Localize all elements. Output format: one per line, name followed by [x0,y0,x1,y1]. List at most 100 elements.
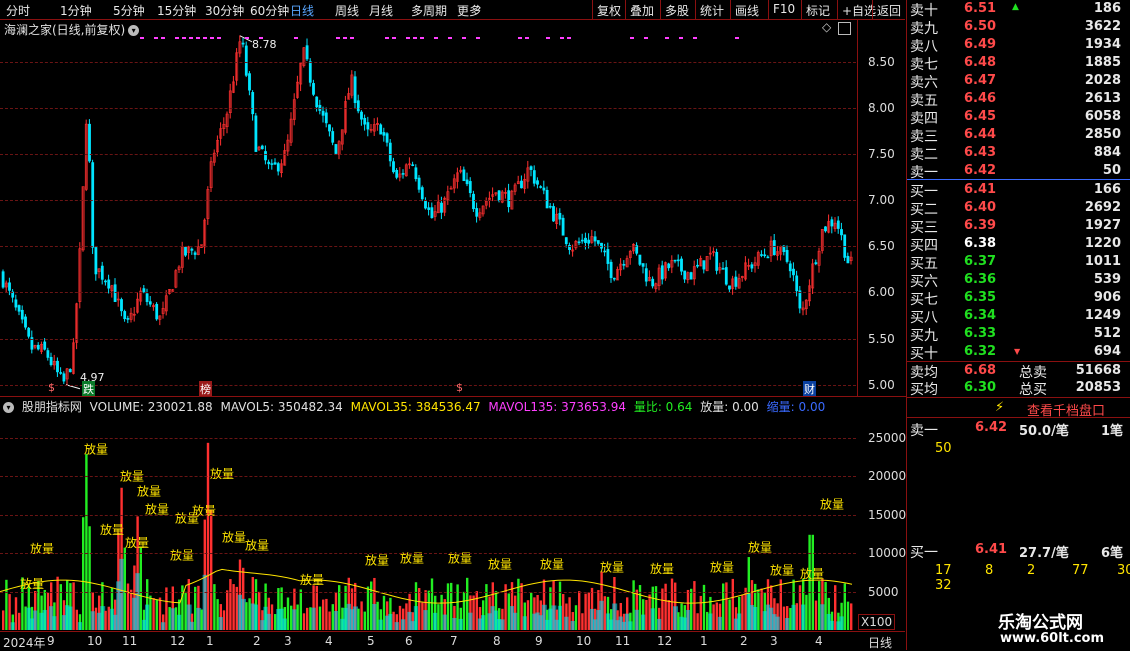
bid-row[interactable]: 买六 6.36 539 [907,271,1130,290]
ask-volume: 2613 [1084,91,1121,106]
toolbar-divider [660,0,661,19]
bid-row[interactable]: 买一 6.41 166 [907,181,1130,200]
period-tab-2[interactable]: 5分钟 [113,2,145,19]
signal-dot [217,37,221,39]
signal-dot [350,37,354,39]
candle-body [17,305,21,312]
toolbar-btn-2[interactable]: 多股 [665,2,689,19]
candle-body [315,96,319,108]
bid-price: 6.40 [964,200,997,215]
volume-bar [376,601,379,630]
period-tab-6[interactable]: 日线 [290,2,314,19]
fangliang-label: 放量 [300,572,324,587]
avg-sell-row: 卖均 6.68 总卖 51668 [907,362,1130,381]
volume-bar [530,592,533,630]
buy1-per: 27.7/笔 [1019,546,1069,561]
ask-row[interactable]: 卖六 6.47 2028 [907,72,1130,91]
candle-body [795,275,799,292]
event-marker[interactable]: $ [455,381,464,394]
volume-bar [258,591,261,630]
bid-row[interactable]: 买九 6.33 512 [907,325,1130,344]
bid-row[interactable]: 买二 6.40 2692 [907,199,1130,218]
ask-row[interactable]: 卖四 6.45 6058 [907,108,1130,127]
avg-sell: 6.68 [964,363,997,378]
ask-row[interactable]: 卖八 6.49 1934 [907,36,1130,55]
period-tab-8[interactable]: 月线 [369,2,393,19]
bid-price: 6.33 [964,326,997,341]
ask-price: 6.43 [964,145,997,160]
grid-line [0,514,856,516]
toolbar-btn-0[interactable]: 复权 [597,2,621,19]
candle-body [724,267,728,285]
date-label: 2 [253,634,261,648]
bid-row[interactable]: 买三 6.39 1927 [907,217,1130,236]
period-label[interactable]: 日线 [868,634,892,651]
ask-row[interactable]: 卖五 6.46 2613 [907,90,1130,109]
period-tab-3[interactable]: 15分钟 [157,2,196,19]
bid-label: 买一 [910,184,938,200]
toolbar-btn-8[interactable]: 返回 [877,2,901,19]
period-tab-4[interactable]: 30分钟 [205,2,244,19]
sell1-queue-header: 卖一 6.42 50.0/笔 1笔 [907,420,1130,439]
ask-price: 6.44 [964,127,997,142]
volume-bar [846,601,850,630]
candle-body [363,117,367,125]
event-marker[interactable]: 跌 [82,381,95,397]
candle-body [584,237,587,243]
ask-price: 6.51 [964,1,997,16]
signal-dot [644,37,648,39]
date-label: 4 [815,634,823,648]
fangliang-label: 放量 [710,560,734,575]
ask-row[interactable]: 卖九 6.50 3622 [907,18,1130,37]
event-marker[interactable]: 榜 [199,381,212,397]
period-tab-1[interactable]: 1分钟 [60,2,92,19]
candle-body [683,270,687,280]
period-tab-9[interactable]: 多周期 [411,2,447,19]
candlestick-chart[interactable] [0,34,857,394]
ask-row[interactable]: 卖七 6.48 1885 [907,54,1130,73]
period-tab-7[interactable]: 周线 [335,2,359,19]
ask-row[interactable]: 卖三 6.44 2850 [907,126,1130,145]
volume-bar [437,604,440,630]
price-tick: 8.50 [868,54,895,69]
toolbar-btn-1[interactable]: 叠加 [630,2,654,19]
indicator-name[interactable]: 股朋指标网 [22,400,82,414]
ask-volume: 2028 [1084,73,1121,88]
ask-label: 卖六 [910,75,938,91]
toolbar-btn-3[interactable]: 统计 [700,2,724,19]
ask-row[interactable]: 卖一 6.42 50 [907,162,1130,181]
candle-body [88,123,91,162]
grid-line [0,292,856,294]
event-marker[interactable]: $ [47,381,56,394]
signal-dot [448,37,452,39]
event-marker[interactable]: 财 [803,381,816,397]
lightning-icon: ⚡ [995,400,1005,415]
toolbar-btn-6[interactable]: 标记 [806,2,830,19]
signal-dot [413,37,417,39]
candle-body [734,276,738,287]
period-tab-5[interactable]: 60分钟 [250,2,289,19]
volume-bar [248,598,251,630]
bid-row[interactable]: 买五 6.37 1011 [907,253,1130,272]
volume-bar [130,589,133,630]
toolbar-btn-5[interactable]: F10 [773,2,795,16]
toolbar-btn-7[interactable]: +自选 [842,2,876,19]
ask-row[interactable]: 卖二 6.43 884 [907,144,1130,163]
bid-row[interactable]: 买七 6.35 906 [907,289,1130,308]
toolbar-btn-4[interactable]: 画线 [735,2,759,19]
volume-bar [782,606,786,630]
volume-bar [360,601,363,630]
avg-buy-label: 买均 [910,382,938,398]
candle-body [676,259,680,262]
bid-row[interactable]: 买四 6.38 1220 [907,235,1130,254]
volume-chart[interactable]: 放量放量放量放量放量放量放量放量放量放量放量放量放量放量放量放量 放量 放量 放量 放量… [0,415,857,630]
chevron-down-icon[interactable]: ▾ [3,402,14,413]
period-toolbar: 分时 1分钟 5分钟 15分钟 30分钟 60分钟 日线 周线 月线 多周期 更多 › 复权 叠加 多股 统计… [0,0,905,20]
candle-body [536,180,539,185]
candle-body [702,260,706,270]
date-label: 12 [170,634,186,648]
candle-body [254,115,258,152]
bid-row[interactable]: 买八 6.34 1249 [907,307,1130,326]
chevron-right-icon[interactable]: › [476,0,482,16]
period-tab-0[interactable]: 分时 [6,2,30,19]
